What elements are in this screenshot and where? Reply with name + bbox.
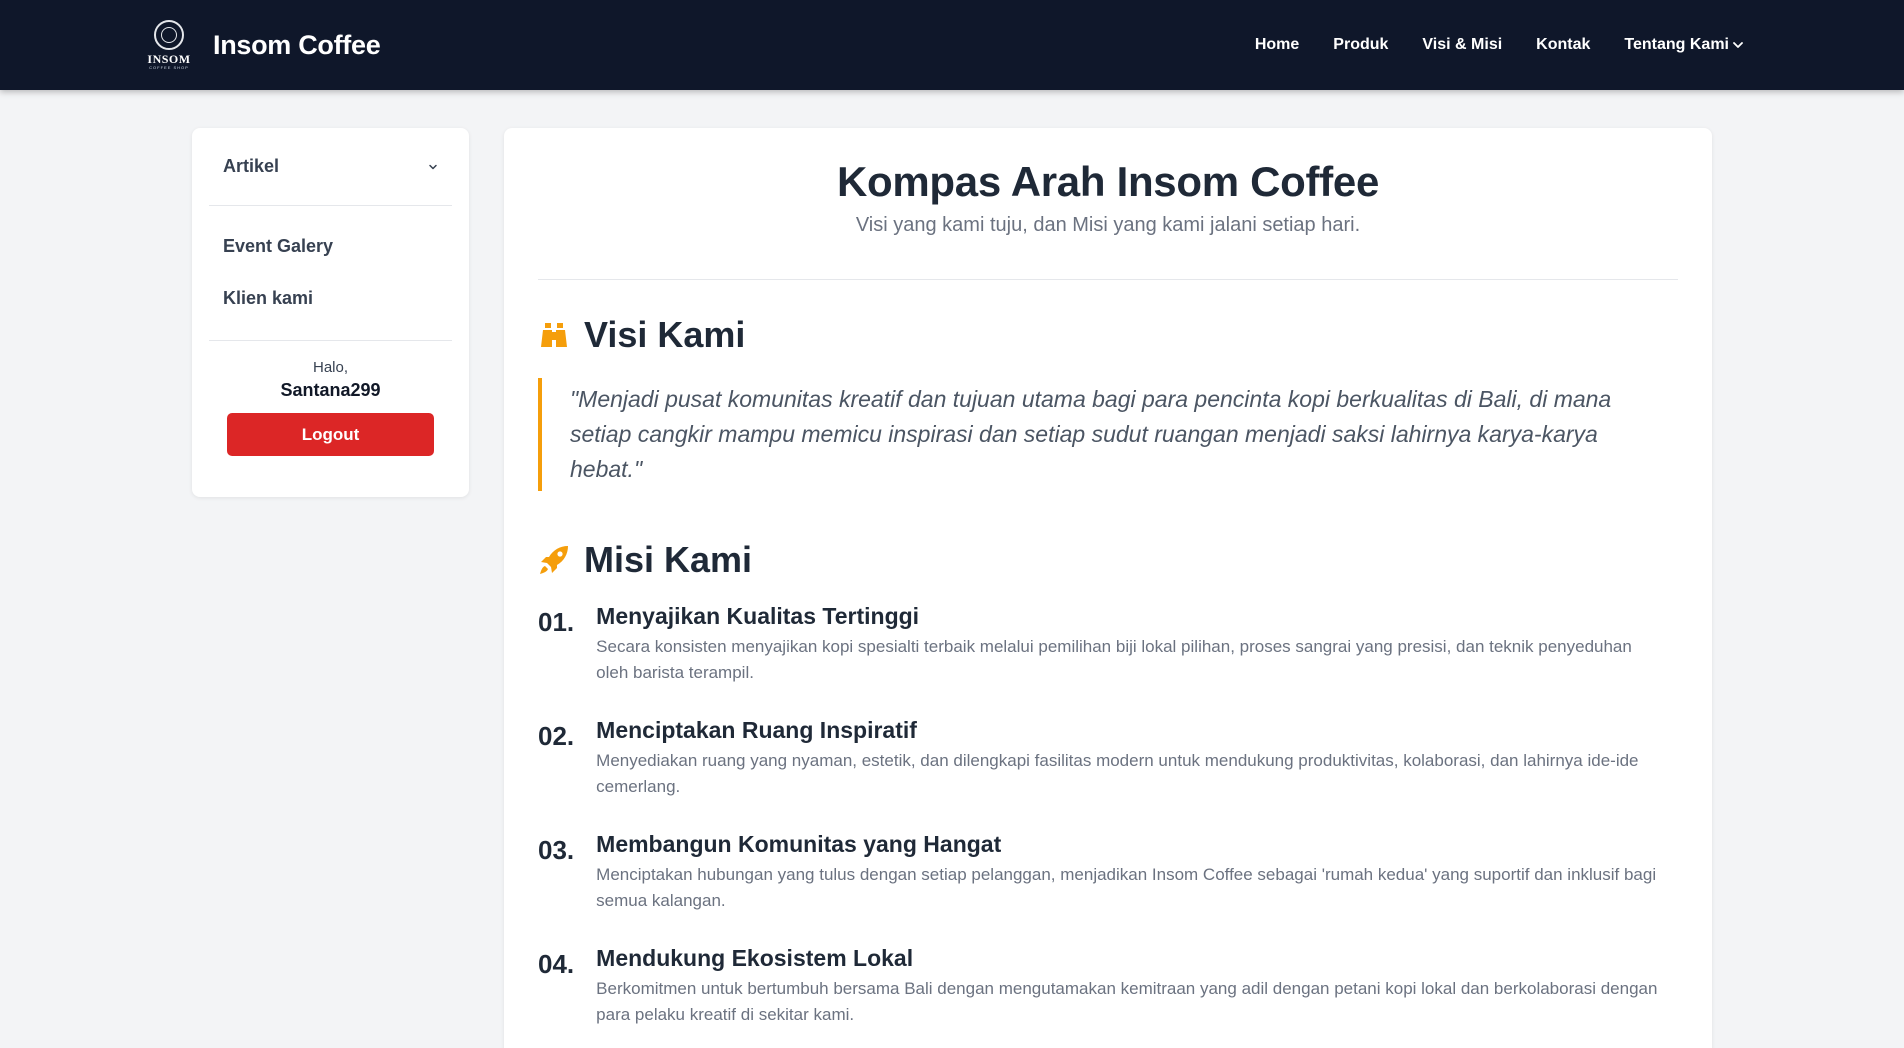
mission-desc: Berkomitmen untuk bertumbuh bersama Bali… xyxy=(596,979,1658,1024)
mission-list: 01. Menyajikan Kualitas Tertinggi Secara… xyxy=(538,603,1678,1028)
mission-item: 02. Menciptakan Ruang Inspiratif Menyedi… xyxy=(538,717,1678,800)
greeting: Halo, xyxy=(312,359,349,376)
nav-home[interactable]: Home xyxy=(1255,36,1299,54)
brand-name[interactable]: Insom Coffee xyxy=(213,30,381,61)
mission-desc: Menyediakan ruang yang nyaman, estetik, … xyxy=(596,751,1639,796)
mission-title: Membangun Komunitas yang Hangat xyxy=(596,831,1002,857)
sidebar: Artikel Event Galery Klien kami Halo, Sa… xyxy=(192,128,469,497)
rocket-icon xyxy=(540,546,568,574)
mission-desc: Menciptakan hubungan yang tulus dengan s… xyxy=(596,865,1657,910)
nav-kontak[interactable]: Kontak xyxy=(1536,36,1590,54)
logo-subtext: COFFEE SHOP xyxy=(149,65,189,70)
mission-title: Menciptakan Ruang Inspiratif xyxy=(596,717,917,743)
insom-logo[interactable]: INSOM COFFEE SHOP xyxy=(145,16,193,74)
user-panel: Halo, Santana299 Logout xyxy=(209,341,452,456)
mission-body: Membangun Komunitas yang Hangat Mencipta… xyxy=(596,831,1678,914)
username: Santana299 xyxy=(280,380,381,400)
page-title: Kompas Arah Insom Coffee xyxy=(837,158,1379,205)
mission-title: Menyajikan Kualitas Tertinggi xyxy=(596,603,920,629)
nav-tentang-kami-label: Tentang Kami xyxy=(1624,36,1729,53)
sidebar-item-klien-kami[interactable]: Klien kami xyxy=(209,272,452,324)
mission-body: Menciptakan Ruang Inspiratif Menyediakan… xyxy=(596,717,1678,800)
mission-number: 02. xyxy=(538,721,575,751)
nav-produk[interactable]: Produk xyxy=(1333,36,1388,54)
navbar: INSOM COFFEE SHOP Insom Coffee Home Prod… xyxy=(0,0,1904,90)
mission-title: Mendukung Ekosistem Lokal xyxy=(596,945,914,971)
mission-number: 03. xyxy=(538,835,575,865)
mission-item: 04. Mendukung Ekosistem Lokal Berkomitme… xyxy=(538,945,1678,1028)
nav-links: Home Produk Visi & Misi Kontak Tentang K… xyxy=(1255,36,1743,54)
sidebar-artikel-dropdown[interactable]: Artikel xyxy=(209,128,452,206)
chevron-down-icon xyxy=(1733,42,1743,48)
chevron-down-icon xyxy=(429,164,437,169)
page-subtitle: Visi yang kami tuju, dan Misi yang kami … xyxy=(855,214,1361,236)
mission-desc: Secara konsisten menyajikan kopi spesial… xyxy=(596,637,1632,682)
vision-quote: "Menjadi pusat komunitas kreatif dan tuj… xyxy=(538,378,1648,491)
main-card: Kompas Arah Insom Coffee Visi yang kami … xyxy=(504,128,1712,1048)
visi-title: Visi Kami xyxy=(584,314,746,355)
mission-item: 01. Menyajikan Kualitas Tertinggi Secara… xyxy=(538,603,1678,686)
logo-text: INSOM xyxy=(147,52,191,66)
page-header: Kompas Arah Insom Coffee Visi yang kami … xyxy=(538,128,1678,280)
mission-number: 01. xyxy=(538,607,575,637)
sidebar-links: Event Galery Klien kami xyxy=(209,206,452,341)
mission-item: 03. Membangun Komunitas yang Hangat Menc… xyxy=(538,831,1678,914)
sidebar-artikel-label: Artikel xyxy=(223,156,280,176)
logo-emblem xyxy=(154,20,184,50)
brand[interactable]: INSOM COFFEE SHOP Insom Coffee xyxy=(145,16,381,74)
misi-heading: Misi Kami xyxy=(538,539,1678,581)
binoculars-icon xyxy=(541,323,567,347)
visi-heading: Visi Kami xyxy=(538,314,1678,356)
nav-tentang-kami[interactable]: Tentang Kami xyxy=(1624,36,1743,54)
misi-title: Misi Kami xyxy=(584,539,753,580)
mission-body: Menyajikan Kualitas Tertinggi Secara kon… xyxy=(596,603,1678,686)
nav-visi-misi[interactable]: Visi & Misi xyxy=(1422,36,1502,54)
sidebar-item-event-galery[interactable]: Event Galery xyxy=(209,220,452,272)
mission-body: Mendukung Ekosistem Lokal Berkomitmen un… xyxy=(596,945,1678,1028)
mission-number: 04. xyxy=(538,949,575,979)
logout-button[interactable]: Logout xyxy=(227,413,434,456)
